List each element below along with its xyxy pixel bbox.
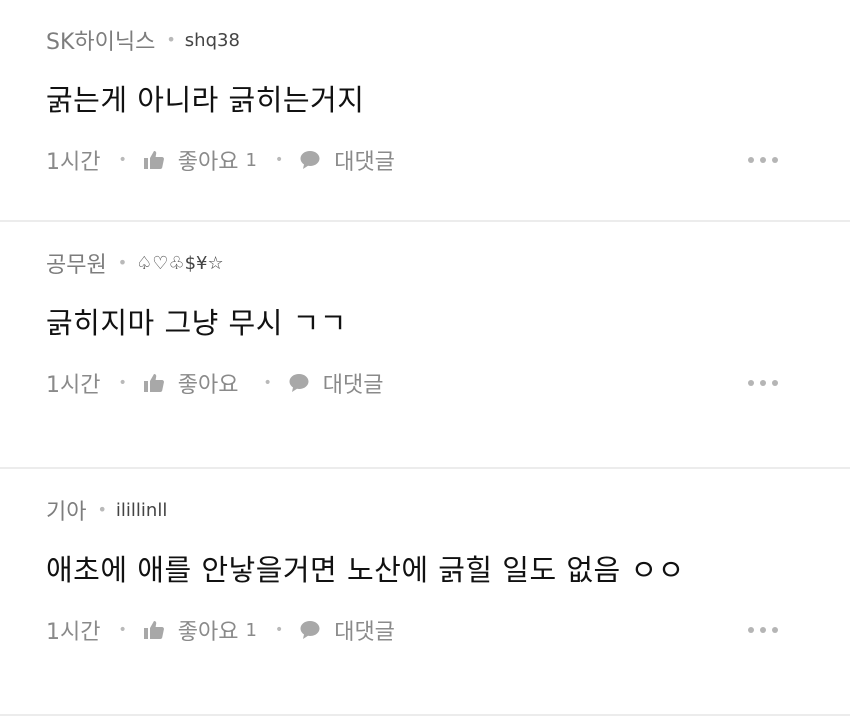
separator-dot: •	[263, 375, 272, 391]
like-button[interactable]: 좋아요	[142, 367, 246, 399]
more-dots-icon	[772, 157, 778, 163]
comment-meta: SK하이닉스 • shq38	[46, 24, 822, 56]
comment-list: SK하이닉스 • shq38 굵는게 아니라 긁히는거지 1시간 • 좋아요 1…	[0, 0, 850, 716]
comment-actions: 1시간 • 좋아요 • 대댓글	[46, 366, 822, 400]
more-dots-icon	[772, 627, 778, 633]
like-label: 좋아요	[177, 373, 239, 398]
like-label: 좋아요	[177, 620, 239, 645]
more-dots-icon	[760, 627, 766, 633]
like-button[interactable]: 좋아요 1	[142, 144, 257, 176]
company-name[interactable]: 기아	[46, 494, 86, 526]
reply-button[interactable]: 대댓글	[287, 367, 384, 399]
more-options-button[interactable]	[748, 157, 778, 163]
comment-item: 공무원 • ♤♡♧$¥☆ 긁히지마 그냥 무시 ㄱㄱ 1시간 • 좋아요 • 대…	[0, 222, 850, 469]
comment-time: 1시간	[46, 373, 101, 398]
comment-item: 기아 • ilillinll 애초에 애를 안낳을거면 노산에 긁힐 일도 없음…	[0, 469, 850, 716]
like-label: 좋아요	[177, 150, 239, 175]
comment-text: 굵는게 아니라 긁히는거지	[46, 83, 365, 117]
separator-dot: •	[118, 375, 127, 391]
comment-meta: 공무원 • ♤♡♧$¥☆	[46, 247, 822, 279]
comment-time: 1시간	[46, 150, 101, 175]
nickname[interactable]: ♤♡♧$¥☆	[136, 253, 223, 274]
thumbs-up-icon	[142, 618, 166, 642]
speech-bubble-icon	[287, 371, 311, 395]
comment-meta: 기아 • ilillinll	[46, 494, 822, 526]
comment-text: 긁히지마 그냥 무시 ㄱㄱ	[46, 306, 347, 340]
reply-label: 대댓글	[334, 150, 395, 175]
reply-button[interactable]: 대댓글	[298, 144, 395, 176]
comment-text: 애초에 애를 안낳을거면 노산에 긁힐 일도 없음 ㅇㅇ	[46, 553, 685, 587]
speech-bubble-icon	[298, 148, 322, 172]
speech-bubble-icon	[298, 618, 322, 642]
like-count: 1	[245, 149, 257, 171]
more-options-button[interactable]	[748, 627, 778, 633]
comment-item: SK하이닉스 • shq38 굵는게 아니라 긁히는거지 1시간 • 좋아요 1…	[0, 0, 850, 222]
reply-label: 대댓글	[334, 620, 395, 645]
comment-time: 1시간	[46, 620, 101, 645]
more-dots-icon	[772, 380, 778, 386]
more-dots-icon	[760, 380, 766, 386]
nickname[interactable]: shq38	[185, 30, 240, 51]
like-count: 1	[245, 619, 257, 641]
reply-button[interactable]: 대댓글	[298, 614, 395, 646]
more-options-button[interactable]	[748, 380, 778, 386]
separator-dot: •	[97, 500, 107, 519]
separator-dot: •	[274, 622, 284, 638]
more-dots-icon	[748, 157, 754, 163]
separator-dot: •	[117, 253, 128, 272]
separator-dot: •	[118, 152, 127, 168]
company-name[interactable]: 공무원	[46, 247, 107, 279]
comment-actions: 1시간 • 좋아요 1 • 대댓글	[46, 143, 822, 177]
more-dots-icon	[748, 380, 754, 386]
separator-dot: •	[166, 30, 176, 49]
thumbs-up-icon	[142, 148, 166, 172]
company-name[interactable]: SK하이닉스	[46, 24, 155, 56]
more-dots-icon	[760, 157, 766, 163]
nickname[interactable]: ilillinll	[116, 500, 167, 521]
like-button[interactable]: 좋아요 1	[142, 614, 257, 646]
more-dots-icon	[748, 627, 754, 633]
reply-label: 대댓글	[322, 373, 384, 398]
separator-dot: •	[274, 152, 284, 168]
separator-dot: •	[118, 622, 127, 638]
comment-actions: 1시간 • 좋아요 1 • 대댓글	[46, 613, 822, 647]
thumbs-up-icon	[142, 371, 166, 395]
